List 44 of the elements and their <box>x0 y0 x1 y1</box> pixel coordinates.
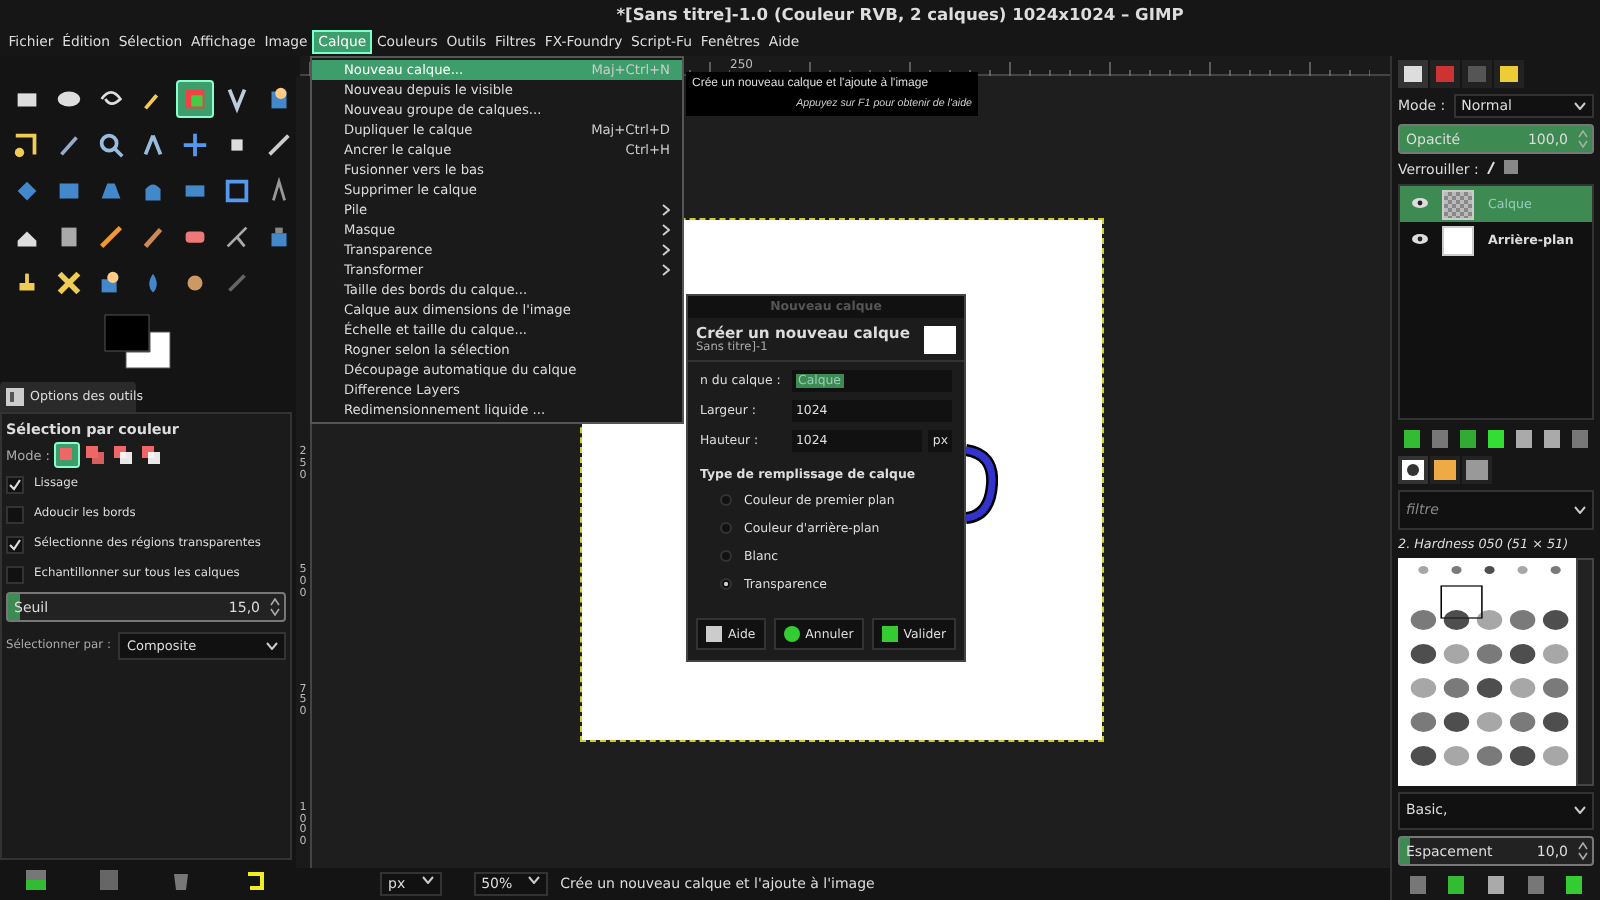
foreground-color-swatch[interactable] <box>104 314 150 352</box>
background-color-swatch[interactable] <box>125 331 171 369</box>
line-icon <box>264 130 294 160</box>
radio-button[interactable] <box>720 522 732 534</box>
checkbox[interactable] <box>6 565 24 583</box>
pencil-icon <box>96 222 126 252</box>
chevron-icon <box>1574 505 1586 514</box>
frame-icon <box>222 176 252 206</box>
chevron-icon <box>528 876 541 884</box>
brush-stroke-drawing <box>962 444 998 524</box>
radio-button[interactable] <box>720 494 732 506</box>
chevron-icon <box>421 876 434 884</box>
square-icon <box>57 446 76 464</box>
layer-thumbnail <box>1442 225 1474 255</box>
spin-arrows-icon[interactable] <box>1578 842 1588 860</box>
square-icon <box>881 626 898 642</box>
scrollbar[interactable] <box>1576 557 1594 785</box>
image-preview <box>924 325 956 353</box>
radio-button[interactable] <box>720 578 732 590</box>
window-title: *[Sans titre]-1.0 (Couleur RVB, 2 calques) 1024x1024 – GIMP <box>614 2 1186 28</box>
search-icon <box>96 130 126 160</box>
checkbox[interactable] <box>6 535 24 553</box>
compass-icon <box>138 130 168 160</box>
eye-icon[interactable] <box>1412 197 1428 207</box>
spin-arrows-icon[interactable] <box>270 598 280 616</box>
cross-icon <box>54 268 84 298</box>
line-icon <box>222 222 252 252</box>
v-shape-icon <box>222 84 252 114</box>
layer-thumbnail <box>1442 189 1474 219</box>
hook-icon <box>12 130 42 160</box>
square-icon <box>180 84 210 114</box>
mode-button[interactable] <box>111 444 134 466</box>
radio-button[interactable] <box>720 550 732 562</box>
chevron-icon <box>1574 806 1586 815</box>
diamond-icon <box>12 176 42 206</box>
move-icon <box>180 130 210 160</box>
checkbox[interactable] <box>6 475 24 493</box>
circle-icon <box>783 626 800 642</box>
eye-icon[interactable] <box>1412 233 1428 243</box>
mode-button[interactable] <box>139 444 162 466</box>
chevron-icon <box>1574 102 1586 110</box>
chevron-icon <box>266 642 278 650</box>
checkbox[interactable] <box>6 505 24 523</box>
square-icon <box>706 626 722 642</box>
